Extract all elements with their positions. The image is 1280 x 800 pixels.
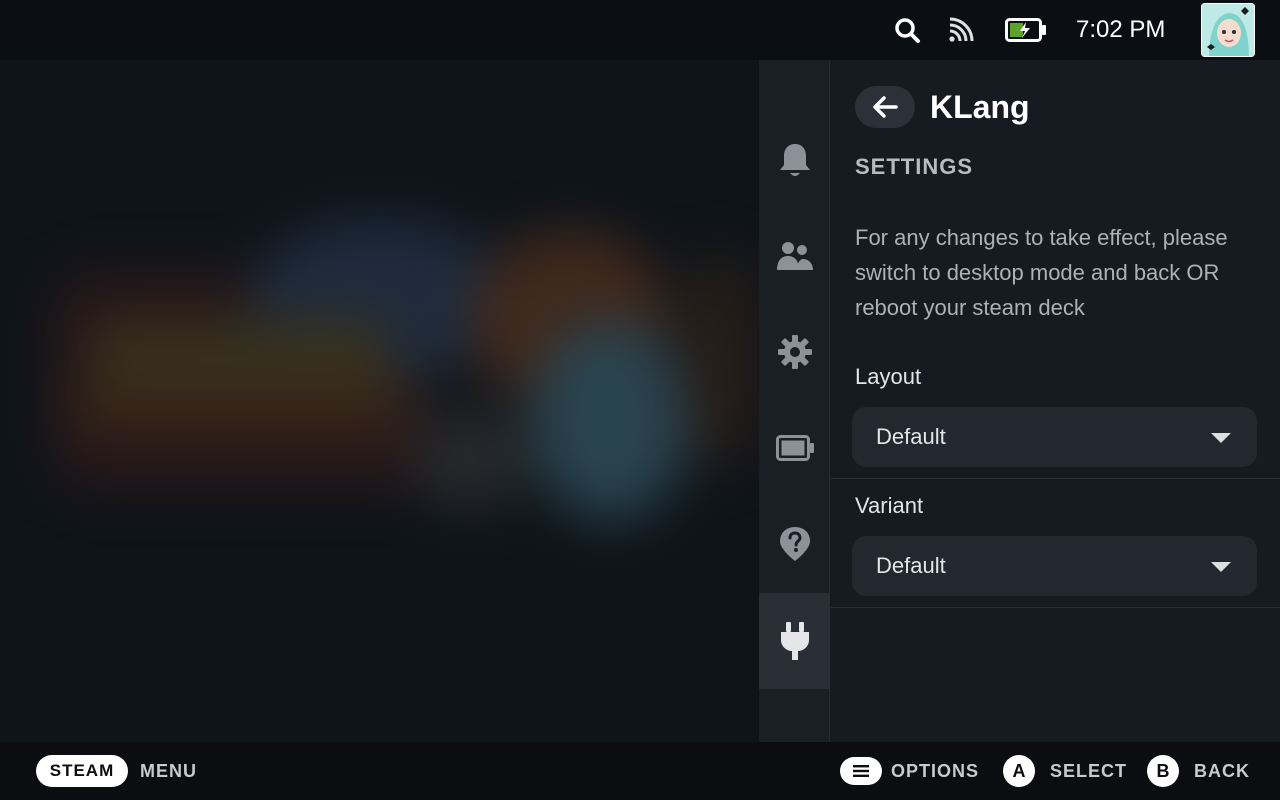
options-button[interactable]: [840, 757, 882, 785]
status-bar: 7:02 PM: [0, 0, 1280, 60]
menu-label: MENU: [140, 761, 197, 781]
quick-access-panel: KLang SETTINGS For any changes to take e…: [759, 60, 1280, 742]
back-label: BACK: [1194, 761, 1250, 781]
layout-dropdown[interactable]: Default: [852, 407, 1257, 467]
arrow-left-icon: [873, 96, 898, 118]
layout-label: Layout: [855, 364, 922, 389]
a-button[interactable]: A: [1003, 755, 1035, 787]
bell-icon: [779, 144, 810, 176]
avatar[interactable]: [1201, 3, 1255, 57]
tab-performance[interactable]: [759, 400, 830, 496]
blurred-artwork: [30, 210, 760, 530]
restart-notice: For any changes to take effect, please s…: [855, 225, 1228, 320]
background-game-art: [0, 0, 760, 742]
caret-down-icon: [1211, 562, 1231, 572]
battery-charging-icon: [1005, 14, 1047, 46]
tab-settings[interactable]: [759, 304, 830, 400]
help-icon: [779, 527, 810, 561]
gear-icon: [777, 335, 812, 369]
options-icon: [853, 765, 869, 777]
select-label: SELECT: [1050, 761, 1128, 781]
variant-dropdown[interactable]: Default: [852, 536, 1257, 596]
back-button[interactable]: [855, 86, 915, 128]
divider: [831, 478, 1280, 479]
quick-access-tabs: [759, 60, 830, 742]
friends-icon: [776, 242, 813, 270]
footer-bar: STEAM MENU OPTIONS A SELECT B BACK: [0, 742, 1280, 800]
cast-icon: [946, 14, 976, 46]
caret-down-icon: [1211, 433, 1231, 443]
search-icon[interactable]: [892, 14, 922, 46]
page-title: KLang: [930, 89, 1030, 125]
tab-friends[interactable]: [759, 208, 830, 304]
options-label: OPTIONS: [891, 761, 980, 781]
steam-button[interactable]: STEAM: [36, 755, 128, 787]
section-heading: SETTINGS: [855, 154, 974, 179]
tab-help[interactable]: [759, 496, 830, 592]
tab-notifications[interactable]: [759, 112, 830, 208]
tab-plugins[interactable]: [759, 593, 830, 689]
divider: [831, 607, 1280, 608]
plug-icon: [780, 622, 809, 660]
layout-selected-value: Default: [876, 424, 946, 449]
b-button[interactable]: B: [1147, 755, 1179, 787]
variant-label: Variant: [855, 493, 924, 518]
plugin-content: KLang SETTINGS For any changes to take e…: [831, 60, 1280, 742]
variant-selected-value: Default: [876, 553, 946, 578]
battery-icon: [775, 435, 814, 461]
clock-time: 7:02 PM: [1076, 16, 1166, 43]
